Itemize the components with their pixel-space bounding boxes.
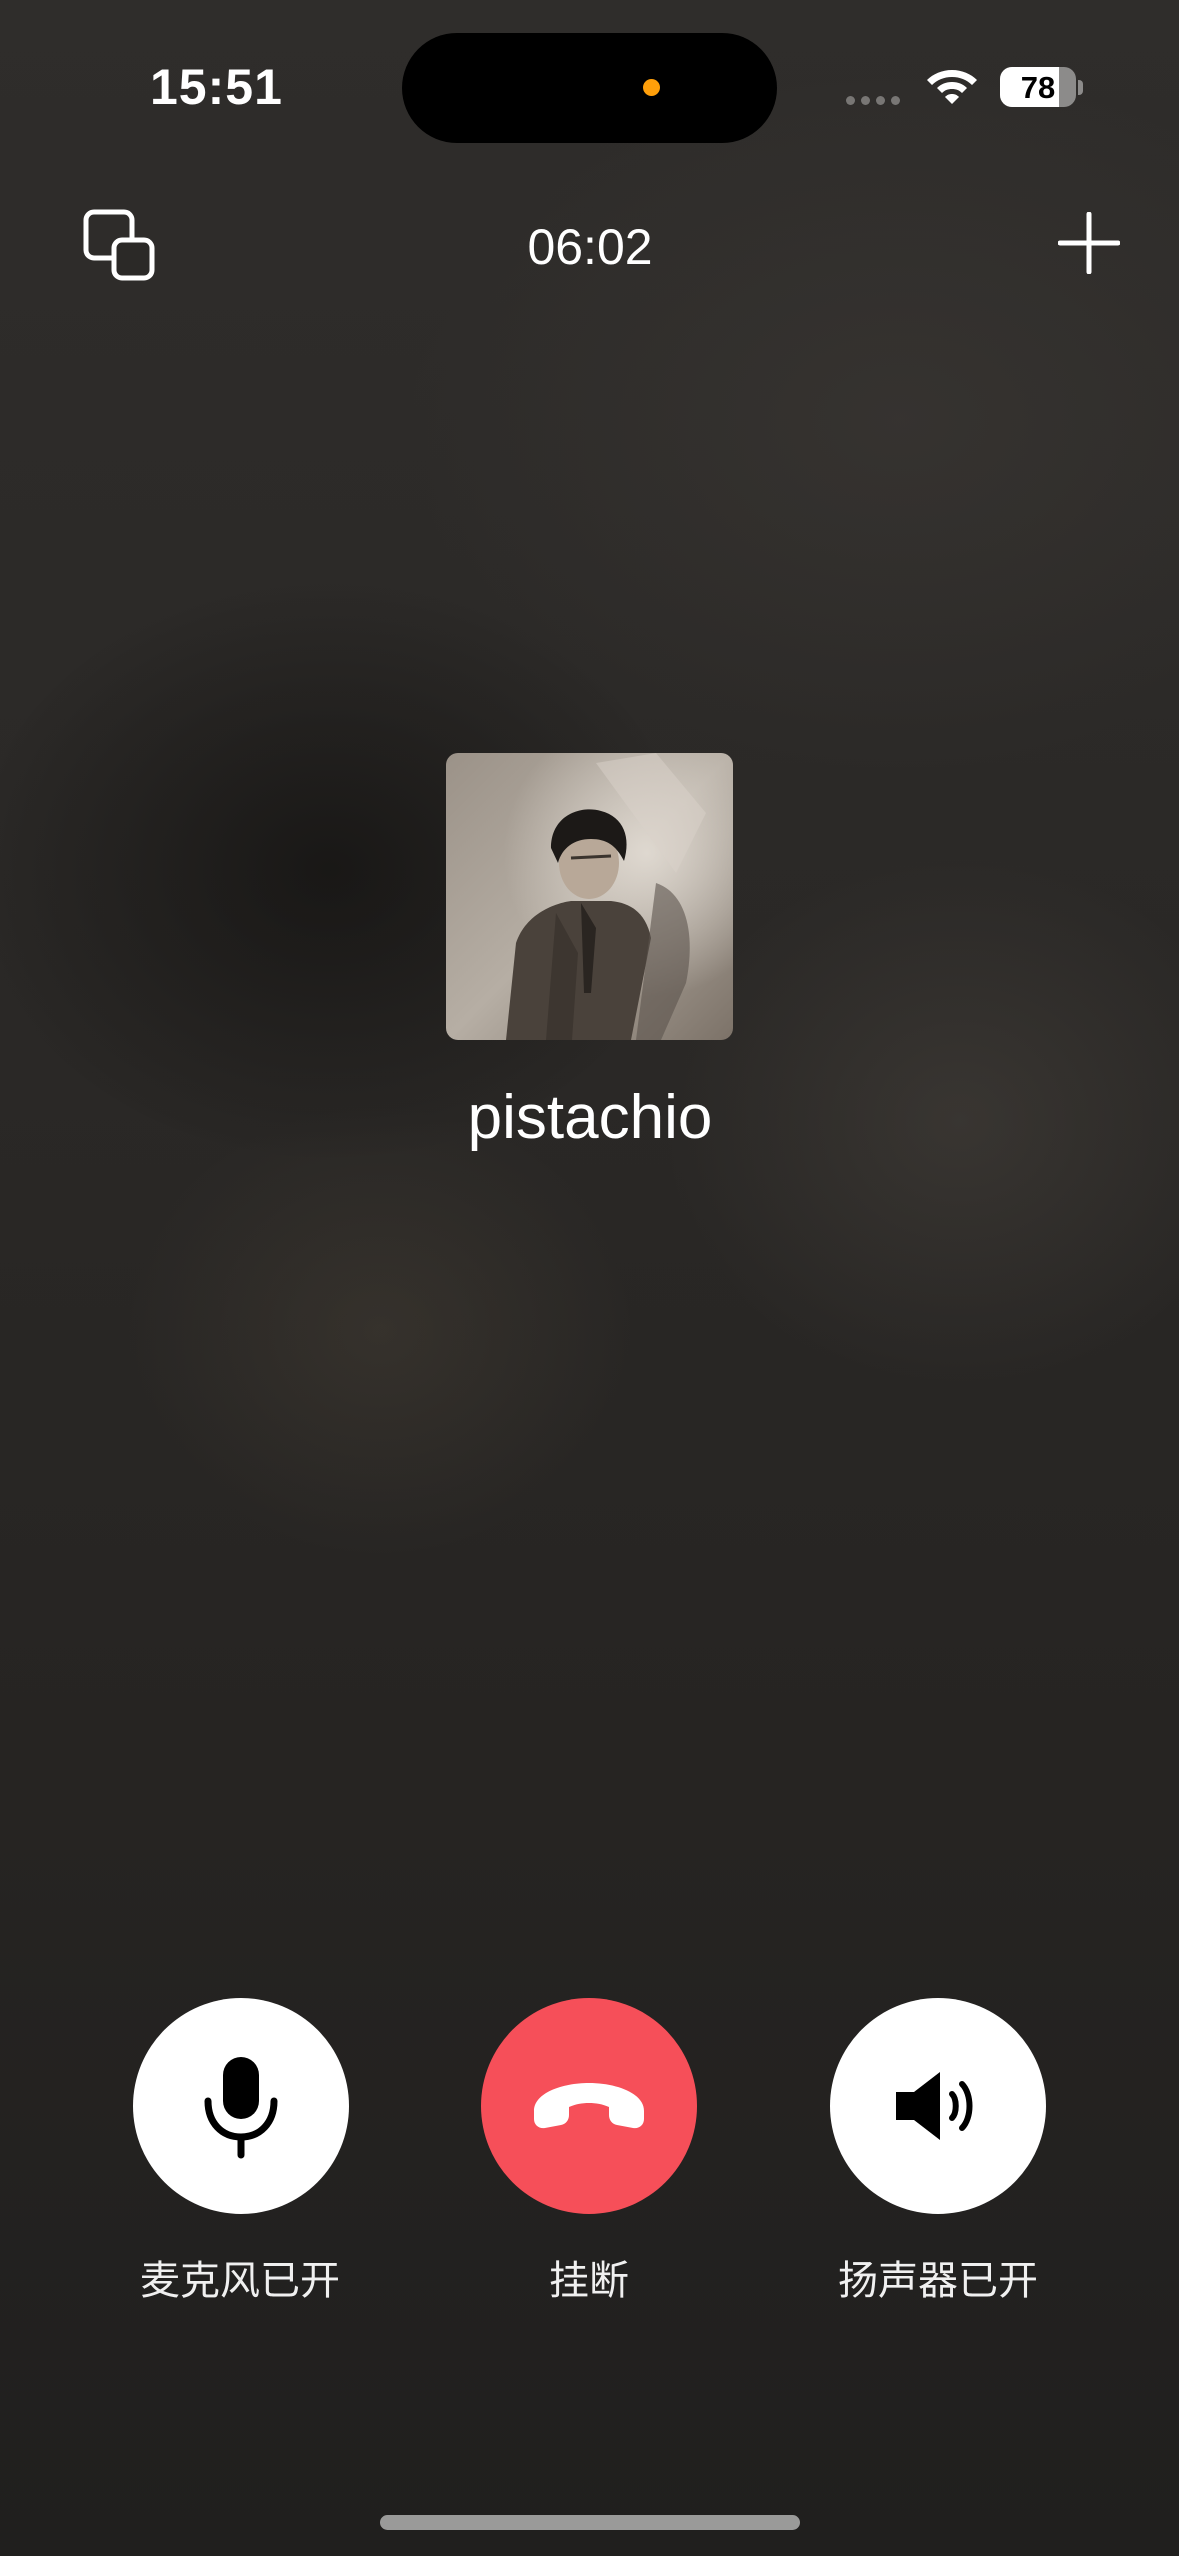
dynamic-island (402, 33, 777, 143)
battery-cap (1078, 80, 1083, 95)
speaker-status-label: 扬声器已开 (838, 2259, 1038, 2303)
status-bar-time: 15:51 (150, 59, 283, 115)
call-duration: 06:02 (527, 219, 653, 275)
home-indicator[interactable] (380, 2515, 800, 2530)
phone-hangup-icon (534, 2083, 644, 2129)
add-participant-icon[interactable] (1058, 212, 1120, 274)
wifi-icon (927, 70, 977, 104)
hangup-button[interactable] (481, 1998, 697, 2214)
microphone-toggle-button[interactable] (133, 1998, 349, 2214)
cellular-signal-icon (846, 96, 900, 105)
hangup-label: 挂断 (549, 2259, 629, 2303)
battery-percentage: 78 (1020, 70, 1056, 105)
minimize-window-icon[interactable] (82, 208, 156, 282)
microphone-status-label: 麦克风已开 (140, 2259, 340, 2303)
voice-call-screen: 15:51 78 06:02 pistachio 麦克风已开 挂断 扬声器已开 (0, 0, 1179, 2556)
caller-avatar (446, 753, 733, 1040)
speaker-toggle-button[interactable] (830, 1998, 1046, 2214)
recording-indicator-dot (643, 79, 660, 96)
caller-name: pistachio (467, 1083, 713, 1152)
battery-icon: 78 (1000, 67, 1076, 107)
speaker-icon (896, 2072, 973, 2140)
microphone-icon (204, 2057, 278, 2159)
